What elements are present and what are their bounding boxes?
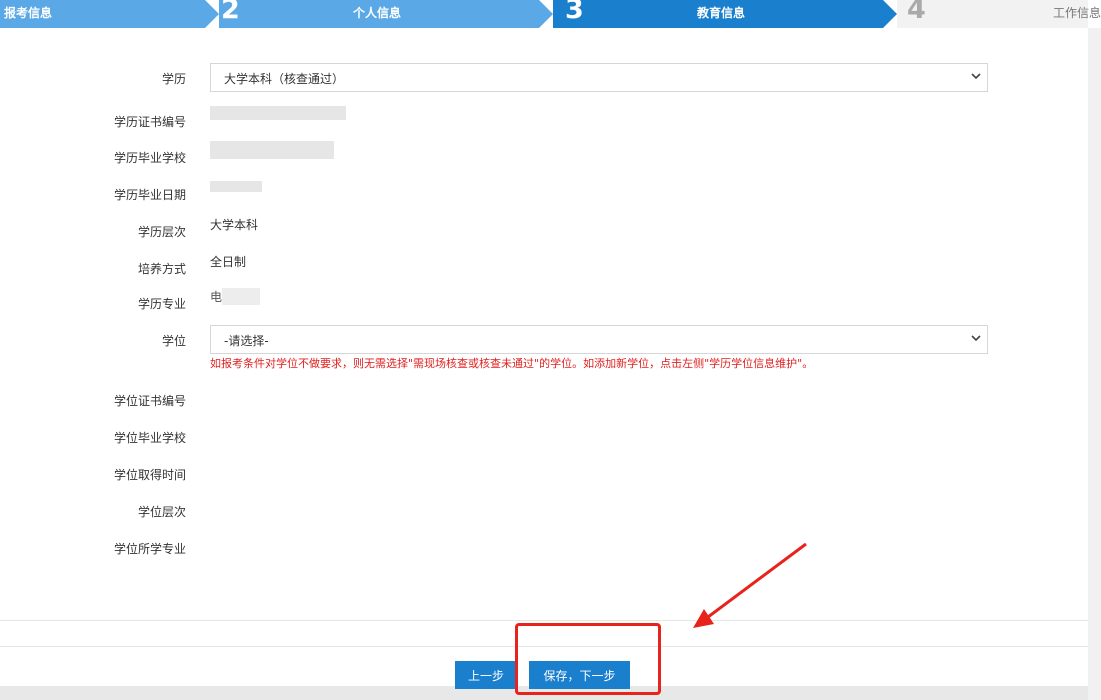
annotation-arrow-icon: [693, 542, 807, 628]
